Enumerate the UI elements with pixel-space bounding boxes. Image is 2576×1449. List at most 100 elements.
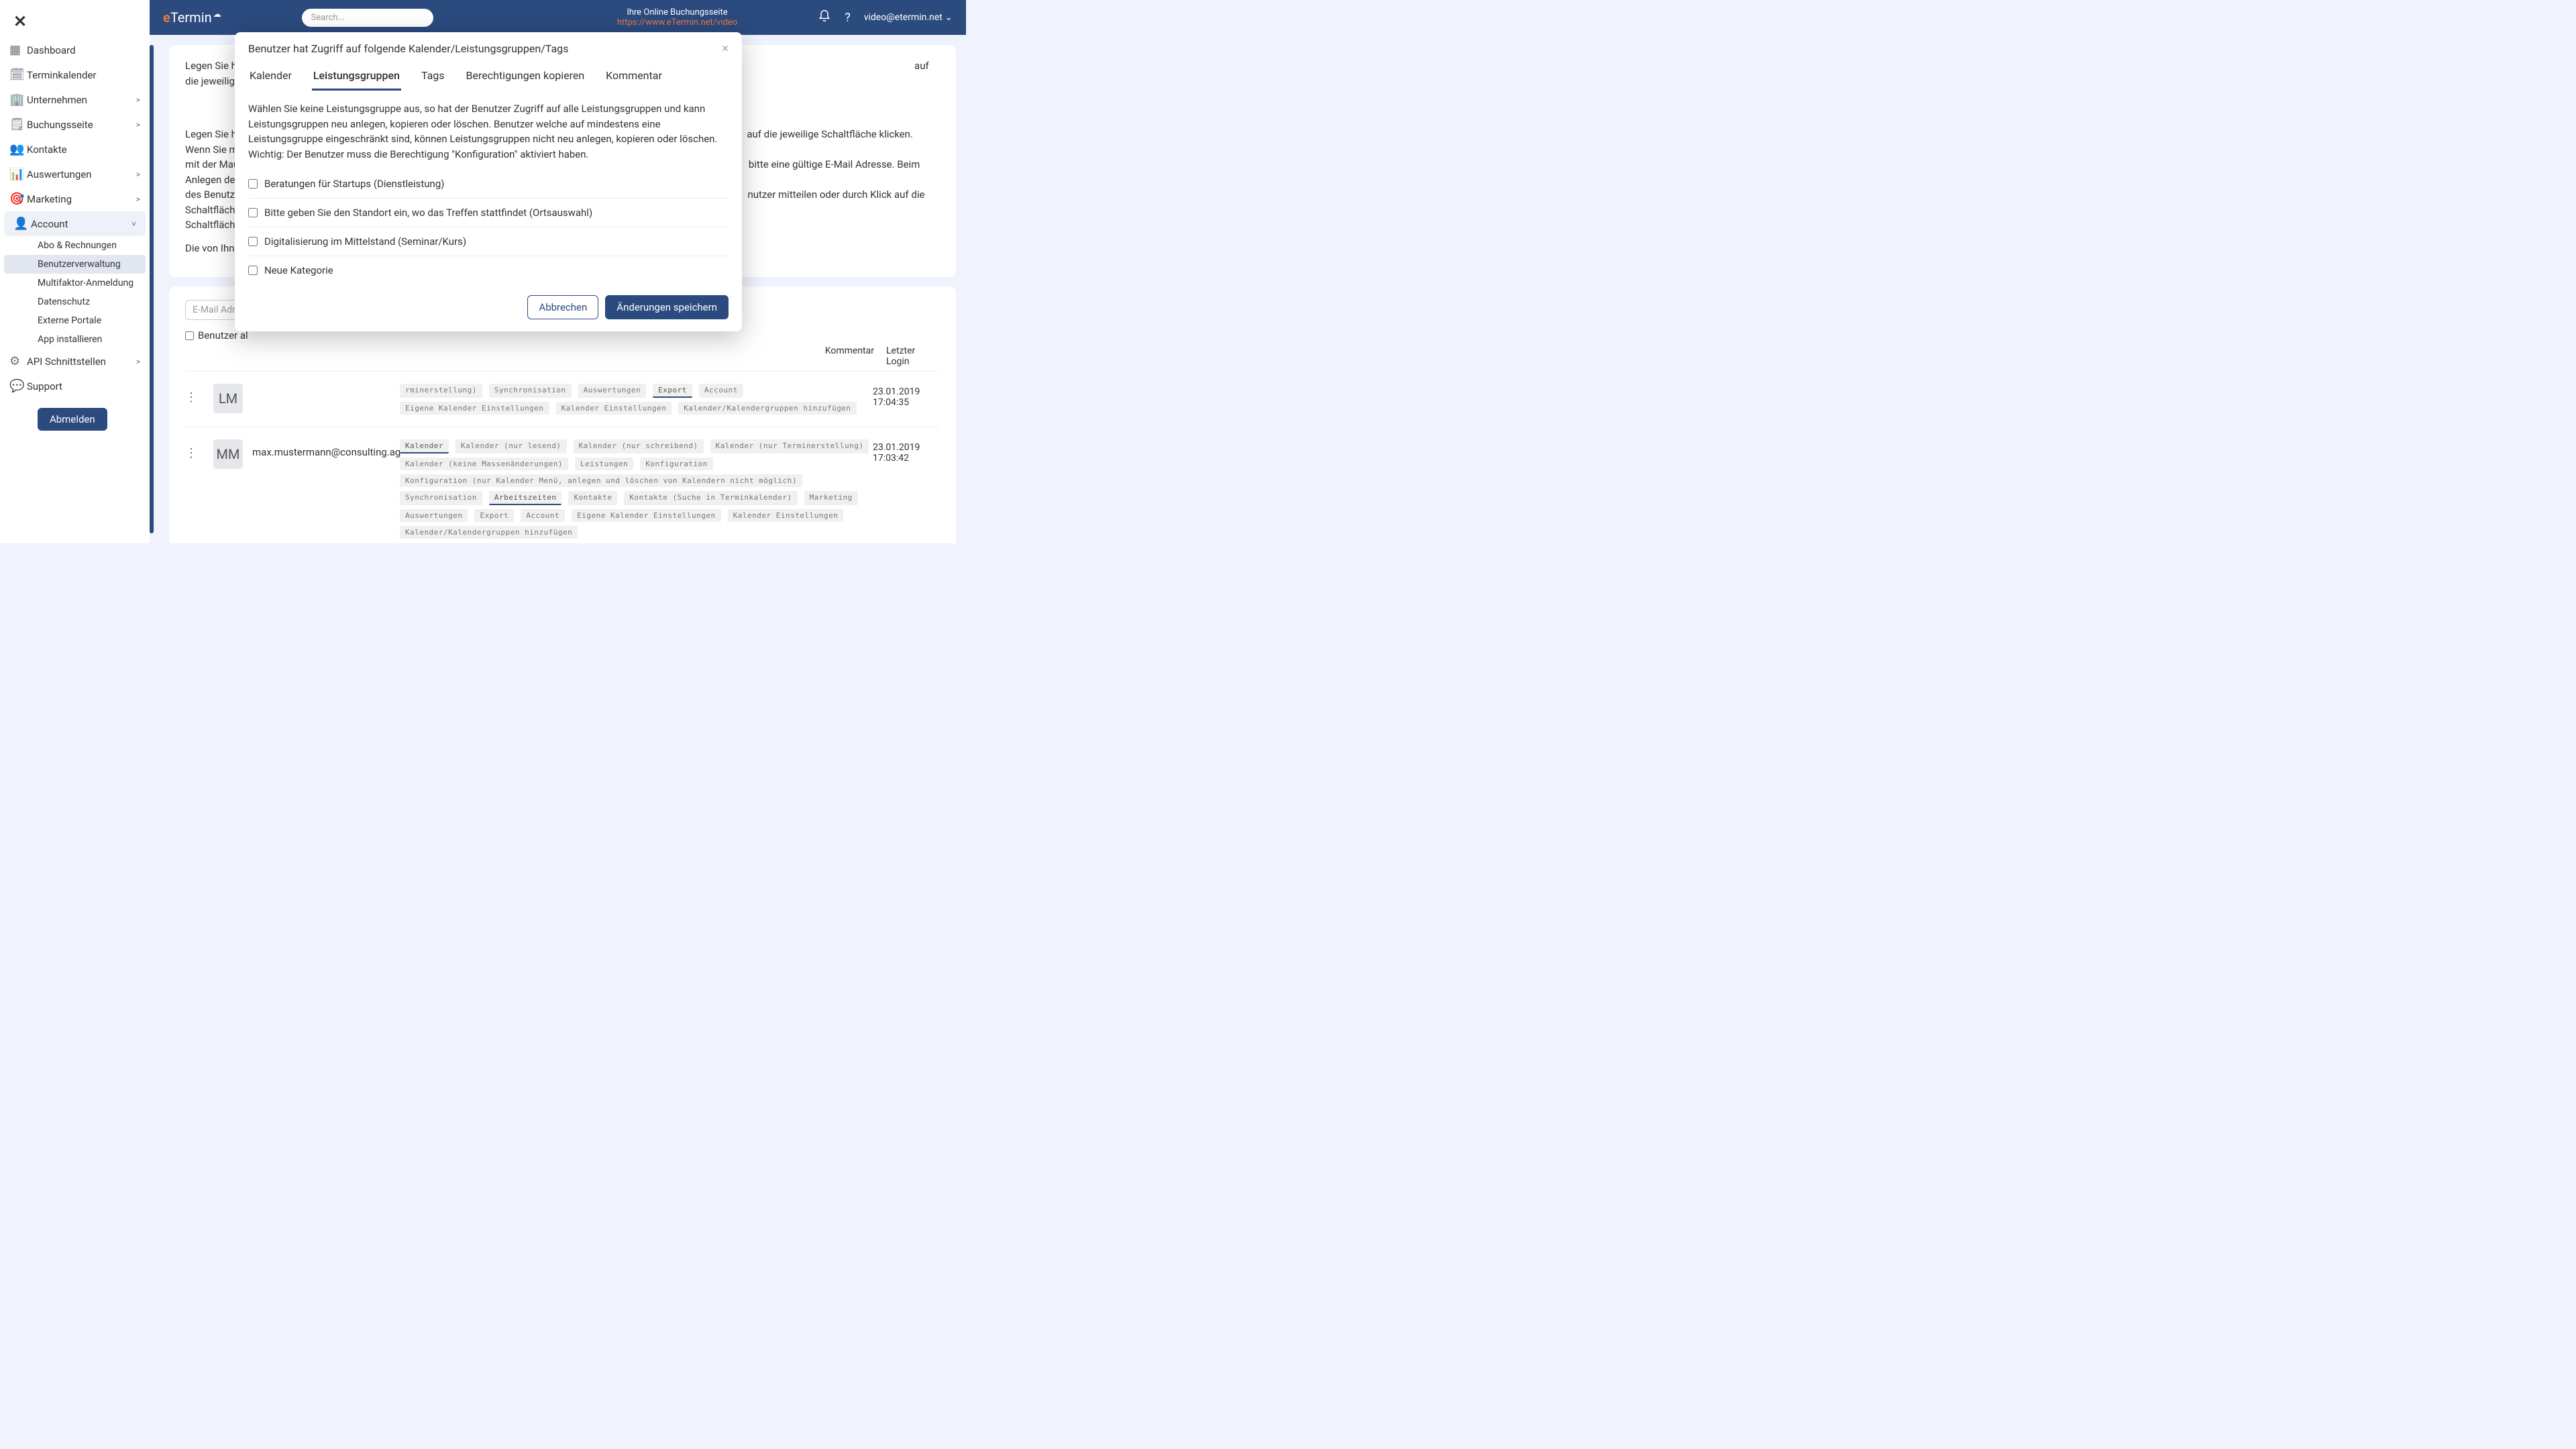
save-button[interactable]: Änderungen speichern	[605, 295, 729, 319]
logo: eTermin☁	[163, 9, 221, 25]
sidebar-item-label: Buchungsseite	[27, 119, 136, 131]
booking-label: Ihre Online Buchungsseite	[617, 7, 737, 17]
permission-tag[interactable]: Kalender (nur lesend)	[455, 439, 567, 453]
permission-tag[interactable]: Kalender (keine Massenänderungen)	[400, 458, 568, 470]
close-icon[interactable]: ✕	[13, 12, 150, 31]
permission-tag[interactable]: Synchronisation	[489, 384, 572, 398]
modal-tab-berechtigungen-kopieren[interactable]: Berechtigungen kopieren	[465, 62, 586, 91]
sidebar-item-unternehmen[interactable]: 🏢Unternehmen>	[0, 87, 150, 112]
sidebar-sub-datenschutz[interactable]: Datenschutz	[0, 292, 150, 311]
avatar: MM	[213, 439, 243, 469]
search-input[interactable]: Search...	[302, 9, 433, 27]
chevron-icon: >	[136, 95, 140, 105]
permission-tag[interactable]: Kalender (nur schreibend)	[574, 439, 704, 453]
sidebar-sub-app-installieren[interactable]: App installieren	[0, 330, 150, 349]
permission-tag[interactable]: Leistungen	[575, 458, 633, 470]
sidebar-item-kontakte[interactable]: 👥Kontakte	[0, 137, 150, 162]
sidebar-item-label: Support	[27, 380, 140, 392]
chevron-icon: >	[136, 357, 140, 366]
sidebar-item-buchungsseite[interactable]: 🗒Buchungsseite>	[0, 112, 150, 137]
sidebar-sub-externe-portale[interactable]: Externe Portale	[0, 311, 150, 330]
col-login: Letzter Login	[886, 345, 940, 367]
avatar: LM	[213, 384, 243, 413]
marketing-icon: 🎯	[9, 192, 27, 206]
permission-tag[interactable]: Account	[521, 509, 565, 522]
tags-col: rminerstellung) Synchronisation Auswertung…	[400, 384, 873, 415]
permission-tag[interactable]: Eigene Kalender Einstellungen	[572, 509, 721, 522]
api-icon: ⚙	[9, 354, 27, 368]
user-filter-checkbox[interactable]	[185, 331, 194, 340]
permission-tag[interactable]: Konfiguration	[640, 458, 713, 470]
permission-tag[interactable]: Marketing	[804, 491, 858, 505]
permission-tag[interactable]: Kalender	[400, 439, 449, 453]
modal-close-icon[interactable]: ×	[722, 42, 729, 56]
permission-tag[interactable]: Kalender/Kalendergruppen hinzufügen	[678, 402, 856, 415]
permission-tag[interactable]: Kontakte	[568, 491, 617, 505]
col-kommentar: Kommentar	[825, 345, 874, 367]
permission-tag[interactable]: Export	[653, 384, 692, 398]
sidebar-item-dashboard[interactable]: ▦Dashboard	[0, 38, 150, 62]
sidebar-item-support[interactable]: 💬Support	[0, 374, 150, 398]
modal-tab-leistungsgruppen[interactable]: Leistungsgruppen	[312, 62, 401, 91]
check-box[interactable]	[248, 266, 258, 275]
check-box[interactable]	[248, 237, 258, 246]
booking-url[interactable]: https://www.eTermin.net/video	[617, 17, 737, 28]
logout-button[interactable]: Abmelden	[38, 408, 107, 431]
permission-tag[interactable]: Auswertungen	[400, 509, 468, 522]
permission-tag[interactable]: Export	[474, 509, 514, 522]
user-email: max.mustermann@consulting.ag	[252, 439, 386, 458]
account-icon: 👤	[13, 217, 31, 231]
permission-tag[interactable]: Arbeitszeiten	[489, 491, 562, 505]
check-item: Beratungen für Startups (Dienstleistung)	[248, 172, 729, 195]
sidebar-item-label: Kontakte	[27, 144, 140, 156]
sidebar-sub-benutzerverwaltung[interactable]: Benutzerverwaltung	[4, 255, 146, 274]
row-menu-icon[interactable]: ⋮	[185, 390, 197, 405]
chevron-icon: >	[136, 120, 140, 129]
permission-tag[interactable]: Synchronisation	[400, 491, 482, 505]
sidebar-item-label: Terminkalender	[27, 69, 140, 81]
permission-tag[interactable]: Account	[699, 384, 743, 398]
user-email	[252, 384, 386, 390]
access-modal: Benutzer hat Zugriff auf folgende Kalend…	[235, 32, 742, 331]
permission-tag[interactable]: Konfiguration (nur Kalender Menü, anlege…	[400, 474, 802, 487]
permission-tag[interactable]: rminerstellung)	[400, 384, 482, 398]
booking-icon: 🗒	[9, 117, 27, 131]
modal-tab-kommentar[interactable]: Kommentar	[604, 62, 663, 91]
modal-tab-kalender[interactable]: Kalender	[248, 62, 293, 91]
accent-bar	[150, 45, 154, 533]
sidebar-sub-abo-rechnungen[interactable]: Abo & Rechnungen	[0, 236, 150, 255]
sidebar-item-label: API Schnittstellen	[27, 356, 136, 368]
check-label: Digitalisierung im Mittelstand (Seminar/…	[264, 235, 466, 248]
sidebar-item-terminkalender[interactable]: 🗓Terminkalender	[0, 62, 150, 87]
user-menu[interactable]: video@etermin.net ⌄	[864, 12, 953, 23]
sidebar-item-label: Marketing	[27, 193, 136, 205]
sidebar-item-marketing[interactable]: 🎯Marketing>	[0, 186, 150, 211]
sidebar-item-api schnittstellen[interactable]: ⚙API Schnittstellen>	[0, 349, 150, 374]
permission-tag[interactable]: Kalender Einstellungen	[556, 402, 672, 415]
permission-tag[interactable]: Kalender Einstellungen	[728, 509, 844, 522]
permission-tag[interactable]: Eigene Kalender Einstellungen	[400, 402, 549, 415]
cancel-button[interactable]: Abbrechen	[527, 295, 598, 319]
check-box[interactable]	[248, 179, 258, 189]
bell-icon[interactable]	[818, 9, 831, 26]
sidebar-item-auswertungen[interactable]: 📊Auswertungen>	[0, 162, 150, 186]
sidebar-item-account[interactable]: 👤Account˅	[4, 211, 146, 236]
row-menu-icon[interactable]: ⋮	[185, 446, 197, 460]
sidebar-item-label: Auswertungen	[27, 168, 136, 180]
permission-tag[interactable]: Kontakte (Suche in Terminkalender)	[624, 491, 797, 505]
permission-tag[interactable]: Kalender/Kalendergruppen hinzufügen	[400, 526, 578, 539]
modal-description: Wählen Sie keine Leistungsgruppe aus, so…	[248, 101, 729, 162]
sidebar-sub-multifaktor-anmeldung[interactable]: Multifaktor-Anmeldung	[0, 274, 150, 292]
user-row: ⋮ MM max.mustermann@consulting.ag Kalend…	[185, 427, 940, 543]
permission-tag[interactable]: Auswertungen	[578, 384, 646, 398]
chevron-icon: >	[136, 170, 140, 179]
check-box[interactable]	[248, 208, 258, 217]
help-icon[interactable]: ?	[845, 11, 851, 25]
permission-tag[interactable]: Kalender (nur Terminerstellung)	[710, 439, 869, 453]
modal-tab-tags[interactable]: Tags	[420, 62, 446, 91]
company-icon: 🏢	[9, 93, 27, 107]
logo-rest: Termin	[170, 9, 212, 25]
last-login: 23.01.201917:04:35	[873, 384, 940, 408]
booking-link-block: Ihre Online Buchungsseite https://www.eT…	[617, 7, 737, 28]
chevron-icon: ˅	[131, 219, 136, 229]
